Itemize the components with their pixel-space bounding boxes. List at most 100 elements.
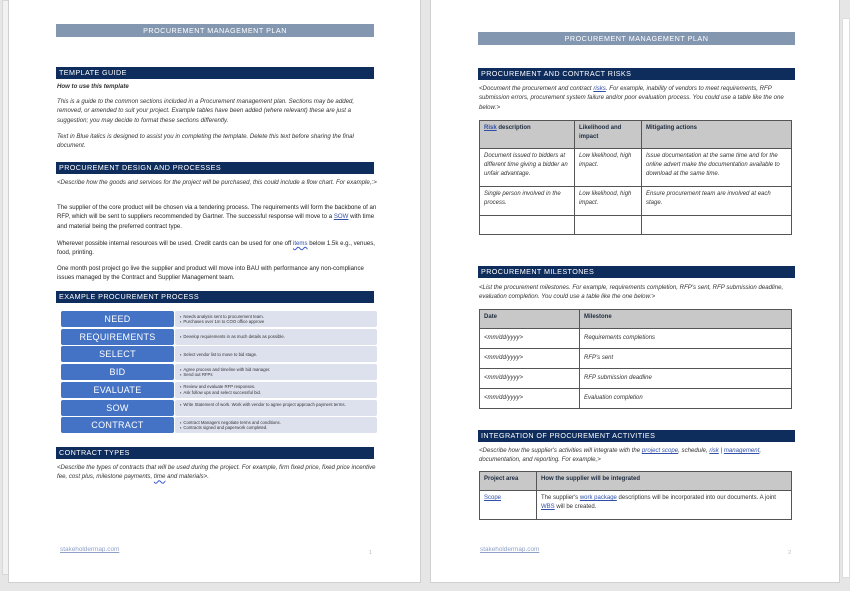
section-heading-integration: INTEGRATION OF PROCUREMENT ACTIVITIES — [478, 430, 795, 442]
items-link[interactable]: items — [293, 240, 308, 247]
integration-table: Project area How the supplier will be in… — [479, 471, 792, 520]
text-cursor: | — [720, 447, 723, 454]
process-step-description: Review and evaluate RFP responses.Ask fo… — [175, 381, 377, 398]
process-step-row: NEEDNeeds analysis sent to procurement t… — [61, 311, 379, 327]
process-step-row: SOW Write Statement of work. Work with ve… — [61, 399, 379, 416]
process-bullet: Contracts signed and paperwork completed… — [180, 425, 377, 430]
management-link[interactable]: management — [724, 447, 760, 454]
column-header: Risk description — [479, 120, 575, 149]
table-cell — [641, 215, 792, 235]
table-cell: Issue documentation at the same time and… — [641, 148, 792, 187]
table-row: Scope The supplier's work package descri… — [479, 490, 792, 520]
process-step-row: SELECT Select vendor list to move to bid … — [61, 346, 379, 363]
table-cell: RFP submission deadline — [579, 368, 792, 389]
table-row: <mm/dd/yyyy> Evaluation completion — [479, 388, 792, 409]
process-step-description: Contract Managers negotiate terms and co… — [175, 417, 377, 434]
process-bullet: Send out RFPs — [180, 372, 377, 377]
table-cell: <mm/dd/yyyy> — [479, 368, 580, 389]
risk-link[interactable]: risk — [709, 447, 718, 454]
table-cell: <mm/dd/yyyy> — [479, 388, 580, 409]
table-header-row: Date Milestone — [479, 309, 792, 329]
table-cell: Single person involved in the process. — [479, 186, 575, 216]
table-cell: RFP's sent — [579, 348, 792, 369]
process-step-label: NEED — [61, 311, 174, 327]
process-bullet: Write Statement of work. Work with vendo… — [180, 402, 377, 407]
risks-prompt: <Document the procurement and contract r… — [479, 85, 784, 111]
section-heading-contract-types: CONTRACT TYPES — [56, 447, 374, 459]
design-para3: One month post project go live the suppl… — [57, 265, 364, 282]
section-heading-design: PROCUREMENT DESIGN AND PROCESSES — [56, 162, 374, 174]
table-cell — [574, 215, 642, 235]
table-cell: Low likelihood, high impact. — [574, 148, 642, 187]
table-cell: Low likelihood, high impact. — [574, 186, 642, 216]
table-row: <mm/dd/yyyy> RFP submission deadline — [479, 368, 792, 389]
page-header: PROCUREMENT MANAGEMENT PLAN — [56, 24, 374, 37]
table-row: Single person involved in the process. L… — [479, 186, 792, 216]
risks-link[interactable]: risks — [593, 85, 606, 92]
process-step-label: CONTRACT — [61, 417, 174, 434]
table-row: Document issued to bidders at different … — [479, 148, 792, 187]
column-header: Date — [479, 309, 580, 329]
section-heading-process: EXAMPLE PROCUREMENT PROCESS — [56, 291, 374, 303]
table-cell: Requirements completions — [579, 328, 792, 349]
project-scope-link[interactable]: project scope — [642, 447, 678, 454]
template-guide-para1: This is a guide to the common sections i… — [57, 98, 355, 124]
column-header: Project area — [479, 471, 537, 491]
process-step-label: SELECT — [61, 346, 174, 363]
contract-types-prompt: <Describe the types of contracts that wi… — [57, 464, 376, 481]
process-bullet: Ask follow ups and select successful bid… — [180, 390, 377, 395]
process-step-description: Select vendor list to move to bid stage. — [175, 346, 377, 363]
page-header: PROCUREMENT MANAGEMENT PLAN — [478, 32, 795, 45]
table-cell: Ensure procurement team are involved at … — [641, 186, 792, 216]
milestones-table: Date Milestone <mm/dd/yyyy> Requirements… — [479, 309, 792, 409]
process-step-row: BIDAgree process and timeline with bid m… — [61, 364, 379, 381]
integration-prompt: <Describe how the supplier's activities … — [479, 447, 762, 464]
risks-table: Risk description Likelihood and impact M… — [479, 120, 792, 235]
page-number: 1 — [369, 550, 373, 556]
wbs-link[interactable]: WBS — [541, 504, 555, 510]
section-heading-template-guide: TEMPLATE GUIDE — [56, 67, 374, 79]
footer-link[interactable]: stakeholdermap.com — [60, 546, 119, 553]
template-guide-subheading: How to use this template — [57, 83, 129, 90]
risk-link[interactable]: Risk — [484, 125, 497, 131]
design-para1: The supplier of the core product will be… — [57, 204, 377, 230]
column-header: Likelihood and impact — [574, 120, 642, 149]
process-step-label: REQUIREMENTS — [61, 328, 174, 345]
column-header: Milestone — [579, 309, 792, 329]
column-header: Mitigating actions — [641, 120, 792, 149]
table-cell: The supplier's work package descriptions… — [536, 490, 792, 520]
process-step-label: BID — [61, 364, 174, 381]
table-cell: Evaluation completion — [579, 388, 792, 409]
process-step-description: Agree process and timeline with bid mana… — [175, 364, 377, 381]
footer-link[interactable]: stakeholdermap.com — [480, 546, 539, 553]
table-cell — [479, 215, 575, 235]
time-word: time — [153, 473, 166, 481]
table-header-row: Risk description Likelihood and impact M… — [479, 120, 792, 149]
table-cell: Document issued to bidders at different … — [479, 148, 575, 187]
section-heading-risks: PROCUREMENT AND CONTRACT RISKS — [478, 68, 795, 80]
scope-link[interactable]: Scope — [484, 495, 501, 501]
process-step-label: SOW — [61, 399, 174, 416]
section-heading-milestones: PROCUREMENT MILESTONES — [478, 266, 795, 278]
table-cell: <mm/dd/yyyy> — [479, 348, 580, 369]
process-step-row: EVALUATEReview and evaluate RFP response… — [61, 381, 379, 398]
document-page-2: PROCUREMENT MANAGEMENT PLAN PROCUREMENT … — [430, 0, 840, 583]
page-number: 2 — [788, 550, 792, 556]
table-header-row: Project area How the supplier will be in… — [479, 471, 792, 491]
process-step-description: Develop requirements in as much details … — [175, 328, 377, 345]
sow-link[interactable]: SOW — [334, 213, 349, 220]
process-step-row: REQUIREMENTS Develop requirements in as m… — [61, 328, 379, 345]
table-cell: <mm/dd/yyyy> — [479, 328, 580, 349]
template-guide-para2: Text in Blue italics is designed to assi… — [57, 133, 354, 150]
process-step-row: CONTRACTContract Managers negotiate term… — [61, 417, 379, 434]
process-step-label: EVALUATE — [61, 381, 174, 398]
design-prompt: <Describe how the goods and services for… — [57, 179, 377, 186]
document-page-1: PROCUREMENT MANAGEMENT PLAN TEMPLATE GUI… — [8, 0, 421, 583]
process-step-description: Needs analysis sent to procurement team.… — [175, 311, 377, 327]
table-row — [479, 215, 792, 235]
process-step-description: Write Statement of work. Work with vendo… — [175, 399, 377, 416]
table-row: <mm/dd/yyyy> RFP's sent — [479, 348, 792, 369]
process-bullet: Select vendor list to move to bid stage. — [180, 352, 377, 357]
work-package-link[interactable]: work package — [580, 495, 617, 501]
page-shadow — [842, 18, 850, 578]
